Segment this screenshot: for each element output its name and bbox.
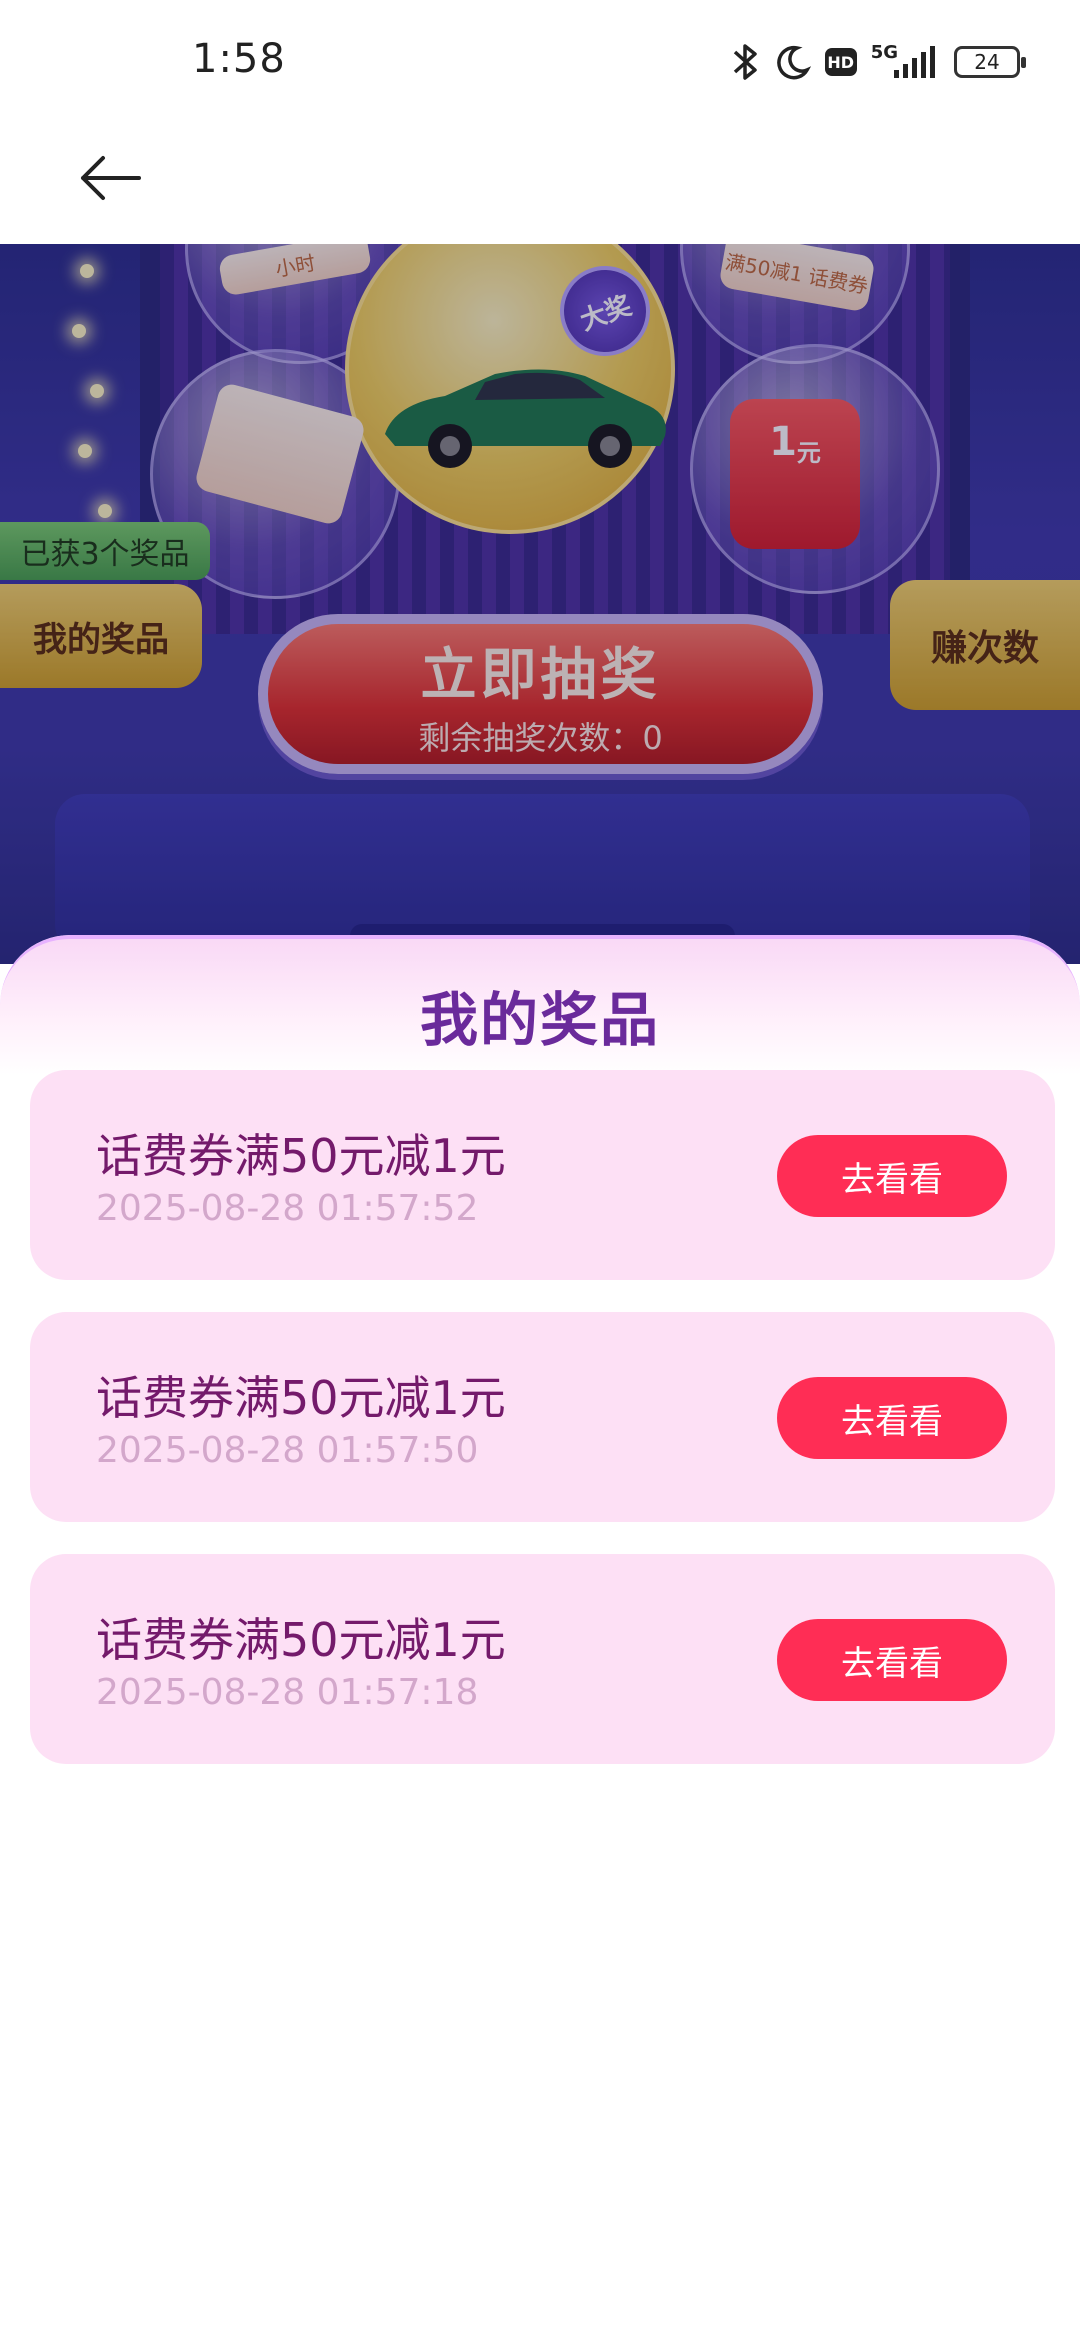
prizes-count-tag: 已获3个奖品 — [0, 522, 210, 580]
prize-name: 话费券满50元减1元 — [96, 1371, 506, 1425]
red-packet-unit: 元 — [796, 439, 821, 467]
red-packet-value: 1 — [769, 419, 797, 465]
prize-time: 2025-08-28 01:57:52 — [96, 1188, 479, 1229]
prize-list: 话费券满50元减1元 2025-08-28 01:57:52 去看看 话费券满5… — [30, 1070, 1055, 1796]
draw-now-label: 立即抽奖 — [420, 642, 661, 708]
draw-now-button[interactable]: 立即抽奖 剩余抽奖次数：0 — [258, 614, 823, 774]
hd-icon: HD — [824, 48, 857, 76]
my-prizes-tab[interactable]: 我的奖品 — [0, 584, 202, 688]
prize-time: 2025-08-28 01:57:18 — [96, 1672, 479, 1713]
status-time: 1:58 — [192, 36, 286, 82]
prize-name: 话费券满50元减1元 — [96, 1129, 506, 1183]
prize-list-item: 话费券满50元减1元 2025-08-28 01:57:18 去看看 — [30, 1554, 1055, 1764]
arrow-left-icon — [81, 156, 141, 200]
status-bar: 1:58 HD 5G 24 — [0, 0, 1080, 120]
bluetooth-icon — [731, 42, 761, 82]
earn-chances-tab[interactable]: 赚次数 — [890, 580, 1080, 710]
moon-icon — [775, 44, 811, 80]
prize-time: 2025-08-28 01:57:50 — [96, 1430, 479, 1471]
lottery-machine-banner: 小时 满50减1 话费券 大奖 1 元 立即抽奖 剩余抽奖次数：0 已获3个奖品… — [0, 244, 1080, 964]
view-prize-button[interactable]: 去看看 — [777, 1377, 1007, 1459]
nav-bar — [0, 120, 1080, 244]
status-icons: HD 5G 24 — [731, 38, 1026, 86]
prize-list-item: 话费券满50元减1元 2025-08-28 01:57:50 去看看 — [30, 1312, 1055, 1522]
prize-list-item: 话费券满50元减1元 2025-08-28 01:57:52 去看看 — [30, 1070, 1055, 1280]
view-prize-button[interactable]: 去看看 — [777, 1619, 1007, 1701]
signal-icon: 5G — [870, 41, 940, 80]
network-type-label: 5G — [870, 41, 898, 63]
battery-level: 24 — [974, 50, 1000, 74]
my-prizes-sheet: 我的奖品 话费券满50元减1元 2025-08-28 01:57:52 去看看 … — [0, 935, 1080, 2340]
red-packet-prize: 1 元 — [730, 399, 860, 549]
sheet-title: 我的奖品 — [419, 986, 660, 1054]
car-prize-image — [385, 369, 666, 468]
view-prize-button[interactable]: 去看看 — [777, 1135, 1007, 1217]
battery-icon: 24 — [954, 46, 1026, 78]
decor-lights — [60, 264, 120, 564]
prize-name: 话费券满50元减1元 — [96, 1613, 506, 1667]
remaining-draws-label: 剩余抽奖次数：0 — [418, 718, 663, 757]
back-button[interactable] — [70, 138, 150, 218]
